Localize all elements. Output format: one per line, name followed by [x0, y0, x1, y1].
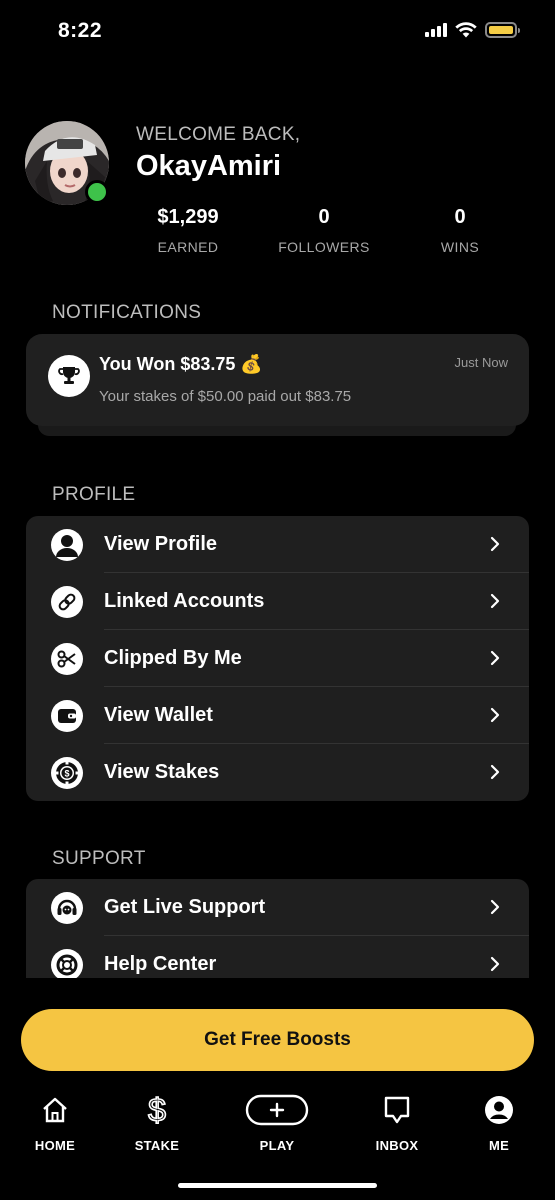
tab-inbox[interactable]: INBOX — [352, 1090, 442, 1153]
notification-title: You Won $83.75 💰 — [99, 354, 263, 375]
menu-item-help-center[interactable]: Help Center — [26, 936, 529, 978]
support-heading: SUPPORT — [52, 848, 146, 869]
stat-label: WINS — [440, 239, 480, 255]
stat-value: 0 — [318, 206, 330, 228]
notification-card[interactable]: You Won $83.75 💰 Your stakes of $50.00 p… — [26, 334, 529, 426]
chevron-right-icon — [490, 536, 500, 552]
notifications-heading: NOTIFICATIONS — [52, 302, 202, 323]
menu-item-live-support[interactable]: Get Live Support — [26, 879, 529, 936]
status-icons — [425, 22, 520, 38]
lifebuoy-icon — [51, 949, 83, 978]
get-free-boosts-button[interactable]: Get Free Boosts — [21, 1009, 534, 1071]
chevron-right-icon — [490, 650, 500, 666]
menu-item-view-stakes[interactable]: $ View Stakes — [26, 744, 529, 801]
stat-label: EARNED — [157, 239, 219, 255]
chat-bubble-icon — [352, 1090, 442, 1130]
notification-subtitle: Your stakes of $50.00 paid out $83.75 — [99, 388, 352, 405]
welcome-text: WELCOME BACK, — [136, 124, 301, 145]
chevron-right-icon — [490, 764, 500, 780]
username: OkayAmiri — [136, 150, 282, 182]
profile-stats: $1,299 EARNED 0 FOLLOWERS 0 WINS — [120, 206, 530, 255]
chevron-right-icon — [490, 956, 500, 972]
stat-followers[interactable]: 0 FOLLOWERS — [256, 206, 392, 255]
online-status-indicator — [85, 180, 109, 204]
menu-item-view-profile[interactable]: View Profile — [26, 516, 529, 573]
svg-text:$: $ — [148, 1093, 166, 1127]
trophy-icon — [48, 355, 90, 397]
tab-stake[interactable]: $ STAKE — [112, 1090, 202, 1153]
status-time: 8:22 — [58, 19, 103, 42]
menu-item-label: View Stakes — [104, 761, 220, 783]
chevron-right-icon — [490, 899, 500, 915]
person-icon — [51, 529, 83, 561]
menu-item-label: View Profile — [104, 533, 218, 555]
chevron-right-icon — [490, 707, 500, 723]
profile-heading: PROFILE — [52, 484, 136, 505]
cellular-signal-icon — [425, 23, 447, 37]
menu-item-label: View Wallet — [104, 704, 213, 726]
menu-item-label: Linked Accounts — [104, 590, 265, 612]
tab-play[interactable]: PLAY — [232, 1090, 322, 1153]
status-bar: 8:22 — [0, 0, 555, 62]
menu-item-linked-accounts[interactable]: Linked Accounts — [26, 573, 529, 630]
tab-label: ME — [488, 1138, 510, 1153]
svg-text:$: $ — [64, 769, 69, 779]
tab-bar: HOME $ STAKE PLAY INBOX ME — [0, 1090, 555, 1160]
wifi-icon — [455, 22, 477, 38]
dollar-icon: $ — [112, 1090, 202, 1130]
support-menu: Get Live Support Help Center — [26, 879, 529, 978]
tab-label: PLAY — [259, 1138, 295, 1153]
profile-icon — [454, 1090, 544, 1130]
tab-label: INBOX — [375, 1138, 419, 1153]
home-indicator — [178, 1183, 377, 1188]
tab-label: STAKE — [134, 1138, 180, 1153]
chip-icon: $ — [51, 757, 83, 789]
money-bag-emoji: 💰 — [240, 354, 263, 374]
menu-item-label: Help Center — [104, 953, 217, 975]
plus-pill-icon — [232, 1090, 322, 1130]
menu-item-view-wallet[interactable]: View Wallet — [26, 687, 529, 744]
stat-value: $1,299 — [157, 206, 219, 228]
tab-home[interactable]: HOME — [10, 1090, 100, 1153]
notification-title-text: You Won $83.75 — [99, 354, 236, 374]
headset-icon — [51, 892, 83, 924]
chevron-right-icon — [490, 593, 500, 609]
menu-item-label: Get Live Support — [104, 896, 266, 918]
profile-menu: View Profile Linked Accounts Clipped By … — [26, 516, 529, 801]
tab-label: HOME — [34, 1138, 76, 1153]
menu-item-clipped-by-me[interactable]: Clipped By Me — [26, 630, 529, 687]
battery-icon — [485, 22, 520, 38]
link-icon — [51, 586, 83, 618]
tab-me[interactable]: ME — [454, 1090, 544, 1153]
menu-item-label: Clipped By Me — [104, 647, 242, 669]
home-icon — [10, 1090, 100, 1130]
stat-label: FOLLOWERS — [278, 239, 370, 255]
stat-value: 0 — [454, 206, 466, 228]
stat-earned[interactable]: $1,299 EARNED — [120, 206, 256, 255]
scissors-icon — [51, 643, 83, 675]
stat-wins[interactable]: 0 WINS — [392, 206, 528, 255]
notification-time: Just Now — [454, 355, 508, 370]
wallet-icon — [51, 700, 83, 732]
